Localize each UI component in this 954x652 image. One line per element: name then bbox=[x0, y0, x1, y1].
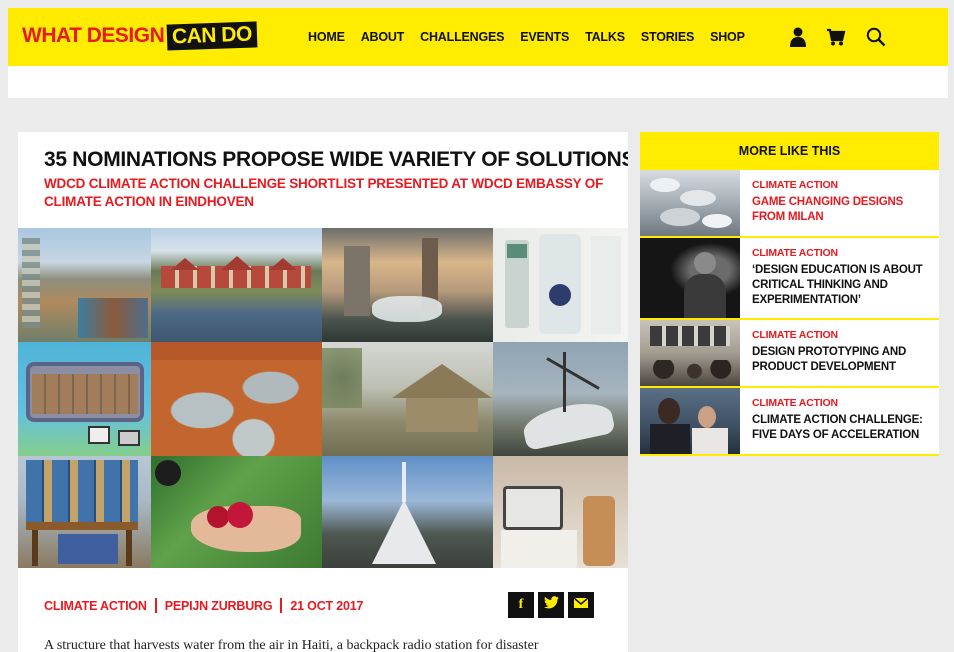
user-icon[interactable] bbox=[790, 27, 806, 47]
nav-about[interactable]: ABOUT bbox=[361, 30, 405, 44]
image-tile bbox=[151, 342, 322, 456]
site-header: WHAT DESIGN CAN DO HOME ABOUT CHALLENGES… bbox=[8, 8, 948, 66]
image-tile bbox=[322, 228, 493, 342]
image-tile bbox=[322, 342, 493, 456]
email-icon bbox=[573, 597, 589, 613]
related-article-text: CLIMATE ACTION GAME CHANGING DESIGNS FRO… bbox=[740, 170, 939, 236]
nav-challenges[interactable]: CHALLENGES bbox=[420, 30, 504, 44]
related-article[interactable]: CLIMATE ACTION CLIMATE ACTION CHALLENGE:… bbox=[640, 388, 939, 456]
logo-text-badge: CAN DO bbox=[166, 21, 258, 51]
related-article-text: CLIMATE ACTION CLIMATE ACTION CHALLENGE:… bbox=[740, 388, 939, 454]
article-meta: CLIMATE ACTION PEPIJN ZURBURG 21 OCT 201… bbox=[44, 598, 363, 613]
related-article-title[interactable]: DESIGN PROTOTYPING AND PRODUCT DEVELOPME… bbox=[752, 345, 927, 375]
related-article-category[interactable]: CLIMATE ACTION bbox=[752, 179, 927, 191]
twitter-share-button[interactable] bbox=[538, 592, 564, 618]
related-article-thumbnail[interactable] bbox=[640, 170, 740, 236]
related-article-title[interactable]: GAME CHANGING DESIGNS FROM MILAN bbox=[752, 195, 927, 225]
main-nav: HOME ABOUT CHALLENGES EVENTS TALKS STORI… bbox=[308, 8, 745, 66]
article-date: 21 OCT 2017 bbox=[290, 598, 364, 613]
header-icons bbox=[790, 8, 886, 66]
article-author[interactable]: PEPIJN ZURBURG bbox=[165, 599, 273, 613]
more-like-this-sidebar: MORE LIKE THIS CLIMATE ACTION GAME CHANG… bbox=[640, 132, 939, 456]
related-article-title[interactable]: CLIMATE ACTION CHALLENGE: FIVE DAYS OF A… bbox=[752, 413, 927, 443]
sub-header-bar bbox=[8, 66, 948, 98]
image-tile bbox=[18, 342, 151, 456]
image-tile bbox=[322, 456, 493, 568]
image-tile bbox=[151, 456, 322, 568]
related-article-category[interactable]: CLIMATE ACTION bbox=[752, 397, 927, 409]
nav-home[interactable]: HOME bbox=[308, 30, 345, 44]
facebook-icon: f bbox=[518, 597, 524, 612]
related-article-text: CLIMATE ACTION DESIGN PROTOTYPING AND PR… bbox=[740, 320, 939, 386]
nav-shop[interactable]: SHOP bbox=[710, 30, 745, 44]
meta-divider bbox=[154, 598, 157, 613]
facebook-share-button[interactable]: f bbox=[508, 592, 534, 618]
image-tile bbox=[493, 342, 628, 456]
image-tile bbox=[18, 228, 151, 342]
twitter-icon bbox=[543, 596, 559, 614]
related-article-text: CLIMATE ACTION ‘DESIGN EDUCATION IS ABOU… bbox=[740, 238, 939, 318]
meta-divider bbox=[280, 598, 283, 613]
related-article-thumbnail[interactable] bbox=[640, 320, 740, 386]
nav-stories[interactable]: STORIES bbox=[641, 30, 694, 44]
related-article[interactable]: CLIMATE ACTION DESIGN PROTOTYPING AND PR… bbox=[640, 320, 939, 388]
related-article-thumbnail[interactable] bbox=[640, 238, 740, 318]
related-article-thumbnail[interactable] bbox=[640, 388, 740, 454]
image-tile bbox=[151, 228, 322, 342]
article-title: 35 NOMINATIONS PROPOSE WIDE VARIETY OF S… bbox=[44, 148, 628, 171]
site-logo[interactable]: WHAT DESIGN CAN DO bbox=[22, 21, 258, 51]
article-body-preview: A structure that harvests water from the… bbox=[44, 638, 539, 652]
related-article[interactable]: CLIMATE ACTION GAME CHANGING DESIGNS FRO… bbox=[640, 170, 939, 238]
image-tile bbox=[493, 228, 628, 342]
related-article-title[interactable]: ‘DESIGN EDUCATION IS ABOUT CRITICAL THIN… bbox=[752, 263, 927, 308]
article-subtitle: WDCD CLIMATE ACTION CHALLENGE SHORTLIST … bbox=[44, 176, 604, 209]
article-category[interactable]: CLIMATE ACTION bbox=[44, 599, 147, 613]
related-article-category[interactable]: CLIMATE ACTION bbox=[752, 329, 927, 341]
article-hero-image[interactable] bbox=[18, 228, 628, 568]
email-share-button[interactable] bbox=[568, 592, 594, 618]
cart-icon[interactable] bbox=[826, 28, 846, 46]
image-tile bbox=[493, 456, 628, 568]
nav-talks[interactable]: TALKS bbox=[585, 30, 625, 44]
related-article[interactable]: CLIMATE ACTION ‘DESIGN EDUCATION IS ABOU… bbox=[640, 238, 939, 320]
sidebar-heading: MORE LIKE THIS bbox=[640, 132, 939, 170]
search-icon[interactable] bbox=[866, 27, 886, 47]
article-card: 35 NOMINATIONS PROPOSE WIDE VARIETY OF S… bbox=[18, 132, 628, 652]
nav-events[interactable]: EVENTS bbox=[520, 30, 569, 44]
related-article-category[interactable]: CLIMATE ACTION bbox=[752, 247, 927, 259]
image-tile bbox=[18, 456, 151, 568]
share-buttons: f bbox=[508, 592, 594, 618]
logo-text-primary: WHAT DESIGN bbox=[22, 24, 165, 47]
